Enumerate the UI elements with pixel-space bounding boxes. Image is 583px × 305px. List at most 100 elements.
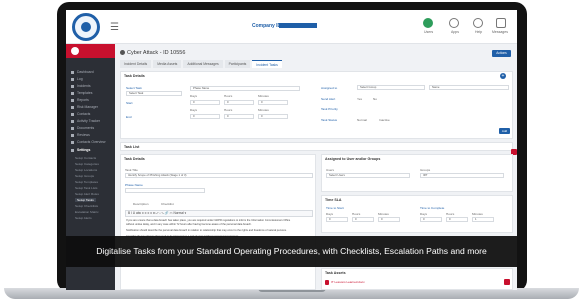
select-task-label: Select Task xyxy=(126,86,142,90)
checklist-tab[interactable]: Checklist xyxy=(161,202,174,206)
task-status-label: Task Status xyxy=(321,118,337,122)
start-days-field[interactable]: 0 xyxy=(190,100,220,105)
sidebar-item-settings[interactable]: Settings xyxy=(71,148,90,152)
assigned-panel-header: Assigned to User and/or Groups xyxy=(325,157,381,161)
tab-incident-details[interactable]: Incident Details xyxy=(120,60,152,68)
sidebar-item-documents[interactable]: Documents xyxy=(71,126,94,130)
time-sla-panel: Time SLA Time to Start Time to Complete … xyxy=(321,195,513,233)
tab-additional-messages[interactable]: Additional Messages xyxy=(183,60,223,68)
actions-button[interactable]: Actions xyxy=(492,50,511,57)
groups-field[interactable]: IRT xyxy=(420,173,504,178)
task-asset-file-link[interactable]: IT Lessons Learned.docx xyxy=(331,280,365,284)
sidebar-sub-item[interactable]: Setup Contacts xyxy=(75,156,96,160)
sidebar-sub-item[interactable]: Setup Categories xyxy=(75,162,99,166)
end-hours-input[interactable]: 0 xyxy=(446,217,468,222)
add-task-icon[interactable]: + xyxy=(500,73,506,79)
start-minutes-input[interactable]: 0 xyxy=(378,217,400,222)
status-icon-label: Users xyxy=(424,30,434,34)
status-icon[interactable] xyxy=(423,18,433,28)
assigned-extra-field[interactable]: Name xyxy=(429,85,509,90)
task-title-label: Task Title xyxy=(125,168,138,172)
messages-icon[interactable] xyxy=(496,18,506,28)
start-minutes-field[interactable]: 0 xyxy=(258,100,288,105)
tab-media-assets[interactable]: Media Assets xyxy=(153,60,182,68)
company-id-value[interactable] xyxy=(279,23,317,28)
sidebar-item-incidents[interactable]: Incidents xyxy=(71,84,91,88)
file-icon xyxy=(325,280,329,285)
task-details-form: Task Details Task Title Identify Scope o… xyxy=(120,154,316,290)
description-line: Notification should describe the persona… xyxy=(126,229,287,232)
assigned-to-field[interactable]: Select Group xyxy=(357,85,425,90)
end-minutes-header: Minutes xyxy=(258,108,269,112)
help-icon[interactable] xyxy=(473,18,483,28)
start-days-col: Days xyxy=(326,212,334,216)
end-days-header: Days xyxy=(190,108,198,112)
end-minutes-input[interactable]: 1 xyxy=(472,217,494,222)
end-days-field[interactable]: 0 xyxy=(190,114,220,119)
company-logo[interactable] xyxy=(72,13,100,41)
sidebar-sub-item[interactable]: Setup Templates xyxy=(75,180,98,184)
task-details-header: Task Details xyxy=(124,74,145,78)
incident-tabs: Incident Details Media Assets Additional… xyxy=(120,60,284,68)
sidebar-sub-item[interactable]: Setup Locations xyxy=(75,168,97,172)
description-line: without undue delay, and in any case wit… xyxy=(126,223,252,226)
sidebar-item-risk-manager[interactable]: Risk Manager xyxy=(71,105,98,109)
time-sla-header: Time SLA xyxy=(325,198,342,202)
sidebar-sub-item[interactable]: Setup Task Lists xyxy=(75,186,97,190)
end-minutes-field[interactable]: 0 xyxy=(258,114,288,119)
end-hours-header: Hours xyxy=(224,108,233,112)
sidebar-sub-item[interactable]: Escalation Matrix xyxy=(75,210,99,214)
sidebar-item-contacts-overview[interactable]: Contacts Overview xyxy=(71,140,105,144)
task-details-form-header: Task Details xyxy=(124,157,145,161)
assigned-users-groups-panel: Assigned to User and/or Groups Users Sel… xyxy=(321,154,513,192)
task-list-header: Task List xyxy=(124,145,140,149)
add-button[interactable]: Add xyxy=(499,128,510,134)
sidebar-item-contacts[interactable]: Contacts xyxy=(71,112,90,116)
sidebar-sub-item[interactable]: Setup Checklists xyxy=(75,204,98,208)
description-tab[interactable]: Description xyxy=(133,202,148,206)
sidebar-sub-item[interactable]: Setup Alert Rules xyxy=(75,192,99,196)
sidebar-item-log[interactable]: Log xyxy=(71,77,83,81)
delete-asset-icon[interactable] xyxy=(504,279,510,285)
sidebar-item-reports[interactable]: Reports xyxy=(71,98,89,102)
company-id-label: Company ID xyxy=(252,23,282,29)
power-icon xyxy=(71,47,79,55)
select-task-field[interactable]: Select Task xyxy=(126,91,182,96)
task-list-card: Task List xyxy=(120,142,513,151)
users-field[interactable]: Select Users xyxy=(326,173,410,178)
status-normal-option[interactable]: Normal xyxy=(357,118,367,122)
sidebar-sub-item-active[interactable]: Setup Tasks xyxy=(75,198,96,202)
sidebar-item-templates[interactable]: Templates xyxy=(71,91,92,95)
sidebar-item-reviews[interactable]: Reviews xyxy=(71,133,90,137)
editor-toolbar[interactable]: B I U abc ≡ ≡ ≡ ≡ ⧉ ↶ ↷ 🔗 ▭ Normal ▾ xyxy=(125,210,313,217)
end-hours-field[interactable]: 0 xyxy=(224,114,254,119)
sidebar-sub-item[interactable]: Setup Groups xyxy=(75,174,94,178)
laptop-mockup: ☰ Company ID Users Apps Help Messages Da… xyxy=(0,0,583,305)
start-hours-header: Hours xyxy=(224,94,233,98)
help-icon-label: Help xyxy=(475,30,483,34)
end-minutes-col: Minutes xyxy=(472,212,483,216)
task-name-field[interactable]: Phase Name xyxy=(190,86,300,91)
sidebar-item-activity-tracker[interactable]: Activity Tracker xyxy=(71,119,100,123)
end-days-col: Days xyxy=(420,212,428,216)
sidebar-header[interactable] xyxy=(66,44,115,58)
assigned-to-label: Assigned to xyxy=(321,86,338,90)
start-hours-col: Hours xyxy=(352,212,361,216)
menu-icon[interactable]: ☰ xyxy=(110,22,119,33)
sidebar-item-dashboard[interactable]: Dashboard xyxy=(71,70,94,74)
send-alert-yes[interactable]: Yes xyxy=(357,97,362,101)
start-hours-field[interactable]: 0 xyxy=(224,100,254,105)
task-details-card: Task Details + Select Task Select Task P… xyxy=(120,71,513,139)
start-hours-input[interactable]: 0 xyxy=(352,217,374,222)
end-hours-col: Hours xyxy=(446,212,455,216)
task-title-field[interactable]: Identify Scope of Phishing Attack (Stage… xyxy=(125,173,313,178)
tab-incident-tasks[interactable]: Incident Tasks xyxy=(252,60,282,68)
end-days-input[interactable]: 0 xyxy=(420,217,442,222)
tab-participants[interactable]: Participants xyxy=(224,60,251,68)
phase-name-field[interactable] xyxy=(125,188,205,193)
grid-icon[interactable] xyxy=(449,18,459,28)
send-alert-no[interactable]: No xyxy=(373,97,377,101)
start-days-input[interactable]: 0 xyxy=(326,217,348,222)
sidebar-sub-item[interactable]: Setup Alerts xyxy=(75,216,92,220)
status-inactive-option[interactable]: Inactive xyxy=(379,118,390,122)
